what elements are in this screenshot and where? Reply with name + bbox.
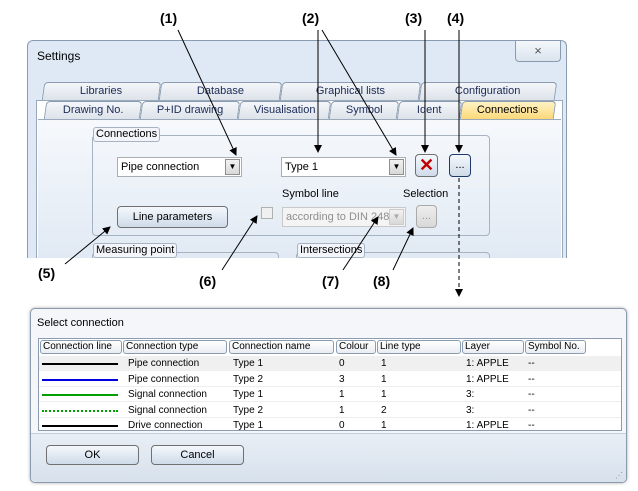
arrow-7 <box>342 216 379 271</box>
arrow-5 <box>64 226 111 265</box>
arrow-2b <box>321 29 397 156</box>
annotation-8: (8) <box>373 273 391 289</box>
annotation-6: (6) <box>199 273 217 289</box>
annotation-7: (7) <box>322 273 340 289</box>
arrow-6 <box>221 215 258 271</box>
annotation-2: (2) <box>302 10 320 26</box>
annotation-arrows <box>64 29 463 297</box>
annotation-1: (1) <box>160 10 178 26</box>
annotation-5: (5) <box>38 265 56 281</box>
arrow-8 <box>392 227 414 271</box>
annotation-4: (4) <box>447 10 465 26</box>
annotation-3: (3) <box>405 10 423 26</box>
arrow-1 <box>177 29 237 156</box>
